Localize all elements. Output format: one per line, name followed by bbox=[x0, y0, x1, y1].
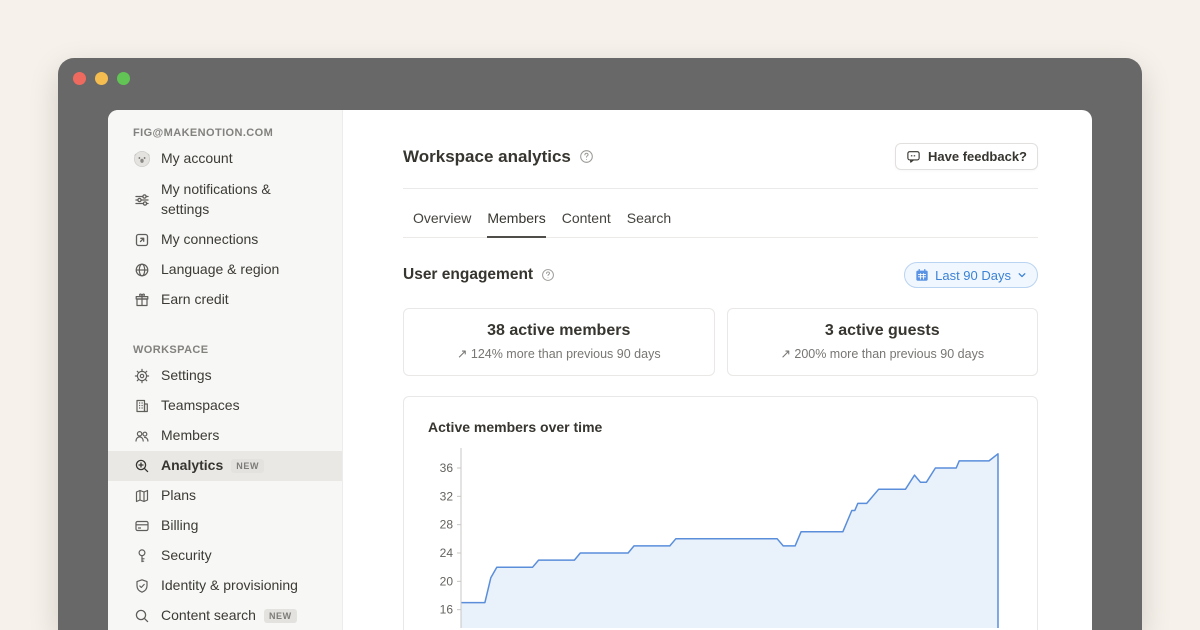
settings-sidebar: FIG@MAKENOTION.COM My account bbox=[108, 110, 343, 630]
active-members-chart-card: Active members over time 16 20 24 28 32 36 bbox=[403, 396, 1038, 630]
date-range-filter-button[interactable]: Last 90 Days bbox=[904, 262, 1038, 288]
sidebar-item-analytics[interactable]: Analytics NEW bbox=[108, 451, 342, 481]
help-icon[interactable] bbox=[541, 268, 555, 282]
svg-text:32: 32 bbox=[440, 489, 454, 503]
have-feedback-label: Have feedback? bbox=[928, 149, 1027, 164]
tab-search[interactable]: Search bbox=[627, 210, 671, 238]
magnifier-plus-icon bbox=[133, 457, 151, 475]
key-icon bbox=[133, 547, 151, 565]
sidebar-item-label: My notifications & settings bbox=[161, 180, 311, 219]
active-members-chart: 16 20 24 28 32 36 bbox=[428, 438, 1013, 628]
svg-text:28: 28 bbox=[440, 518, 454, 532]
sidebar-item-security[interactable]: Security bbox=[108, 541, 342, 571]
date-range-label: Last 90 Days bbox=[935, 268, 1011, 283]
sidebar-item-my-notifications-settings[interactable]: My notifications & settings bbox=[108, 174, 342, 225]
sidebar-item-billing[interactable]: Billing bbox=[108, 511, 342, 541]
sidebar-item-members[interactable]: Members bbox=[108, 421, 342, 451]
sidebar-item-label: Billing bbox=[161, 516, 198, 536]
minimize-window-button[interactable] bbox=[95, 72, 108, 85]
analytics-tabs: Overview Members Content Search bbox=[403, 210, 1038, 238]
help-icon[interactable] bbox=[579, 149, 594, 164]
gift-icon bbox=[133, 291, 151, 309]
sidebar-item-label: Settings bbox=[161, 366, 212, 386]
chart-title: Active members over time bbox=[428, 419, 1013, 435]
sidebar-item-content-search[interactable]: Content search NEW bbox=[108, 601, 342, 630]
active-members-stat-card: 38 active members ↗ 124% more than previ… bbox=[403, 308, 715, 376]
sidebar-item-label: Content search bbox=[161, 606, 256, 626]
active-guests-stat-card: 3 active guests ↗ 200% more than previou… bbox=[727, 308, 1039, 376]
workspace-section-header: WORKSPACE bbox=[108, 339, 342, 361]
sidebar-item-teamspaces[interactable]: Teamspaces bbox=[108, 391, 342, 421]
sidebar-item-my-connections[interactable]: My connections bbox=[108, 225, 342, 255]
sidebar-item-label: Plans bbox=[161, 486, 196, 506]
account-section-header: FIG@MAKENOTION.COM bbox=[108, 122, 342, 144]
sidebar-item-label: Teamspaces bbox=[161, 396, 240, 416]
header-divider bbox=[403, 188, 1038, 189]
new-badge: NEW bbox=[231, 459, 264, 473]
user-engagement-title: User engagement bbox=[403, 266, 533, 284]
sidebar-item-label: Security bbox=[161, 546, 212, 566]
sidebar-item-label: Identity & provisioning bbox=[161, 576, 298, 596]
sidebar-item-my-account[interactable]: My account bbox=[108, 144, 342, 174]
sidebar-item-identity-provisioning[interactable]: Identity & provisioning bbox=[108, 571, 342, 601]
credit-card-icon bbox=[133, 517, 151, 535]
tab-content[interactable]: Content bbox=[562, 210, 611, 238]
new-badge: NEW bbox=[264, 609, 297, 623]
globe-icon bbox=[133, 261, 151, 279]
svg-text:24: 24 bbox=[440, 546, 454, 560]
shield-check-icon bbox=[133, 577, 151, 595]
active-members-value: 38 active members bbox=[404, 322, 714, 340]
sidebar-item-label: Members bbox=[161, 426, 219, 446]
sidebar-item-language-region[interactable]: Language & region bbox=[108, 255, 342, 285]
svg-text:20: 20 bbox=[440, 574, 454, 588]
sidebar-item-label: Analytics bbox=[161, 456, 223, 476]
arrow-square-icon bbox=[133, 231, 151, 249]
tab-overview[interactable]: Overview bbox=[413, 210, 471, 238]
active-members-delta: ↗ 124% more than previous 90 days bbox=[404, 346, 714, 361]
sidebar-item-label: Language & region bbox=[161, 260, 279, 280]
settings-modal: FIG@MAKENOTION.COM My account bbox=[108, 110, 1092, 630]
active-guests-value: 3 active guests bbox=[728, 322, 1038, 340]
page-title: Workspace analytics bbox=[403, 147, 571, 167]
magnifier-icon bbox=[133, 607, 151, 625]
sidebar-item-label: My connections bbox=[161, 230, 258, 250]
calendar-icon bbox=[915, 268, 929, 282]
avatar-koala-icon bbox=[133, 150, 151, 168]
chevron-down-icon bbox=[1017, 270, 1027, 280]
speech-bubble-icon bbox=[906, 149, 921, 164]
zoom-window-button[interactable] bbox=[117, 72, 130, 85]
close-window-button[interactable] bbox=[73, 72, 86, 85]
tab-members[interactable]: Members bbox=[487, 210, 545, 238]
sidebar-item-plans[interactable]: Plans bbox=[108, 481, 342, 511]
svg-text:16: 16 bbox=[440, 603, 454, 617]
have-feedback-button[interactable]: Have feedback? bbox=[895, 143, 1038, 170]
active-guests-delta: ↗ 200% more than previous 90 days bbox=[728, 346, 1038, 361]
sidebar-item-settings[interactable]: Settings bbox=[108, 361, 342, 391]
map-icon bbox=[133, 487, 151, 505]
sidebar-item-earn-credit[interactable]: Earn credit bbox=[108, 285, 342, 315]
sliders-icon bbox=[133, 191, 151, 209]
app-window: FIG@MAKENOTION.COM My account bbox=[58, 58, 1142, 630]
window-controls bbox=[73, 72, 130, 85]
svg-text:36: 36 bbox=[440, 461, 454, 475]
building-icon bbox=[133, 397, 151, 415]
analytics-main-panel: Workspace analytics bbox=[343, 110, 1092, 630]
sidebar-item-label: Earn credit bbox=[161, 290, 229, 310]
people-icon bbox=[133, 427, 151, 445]
gear-icon bbox=[133, 367, 151, 385]
sidebar-item-label: My account bbox=[161, 149, 233, 169]
